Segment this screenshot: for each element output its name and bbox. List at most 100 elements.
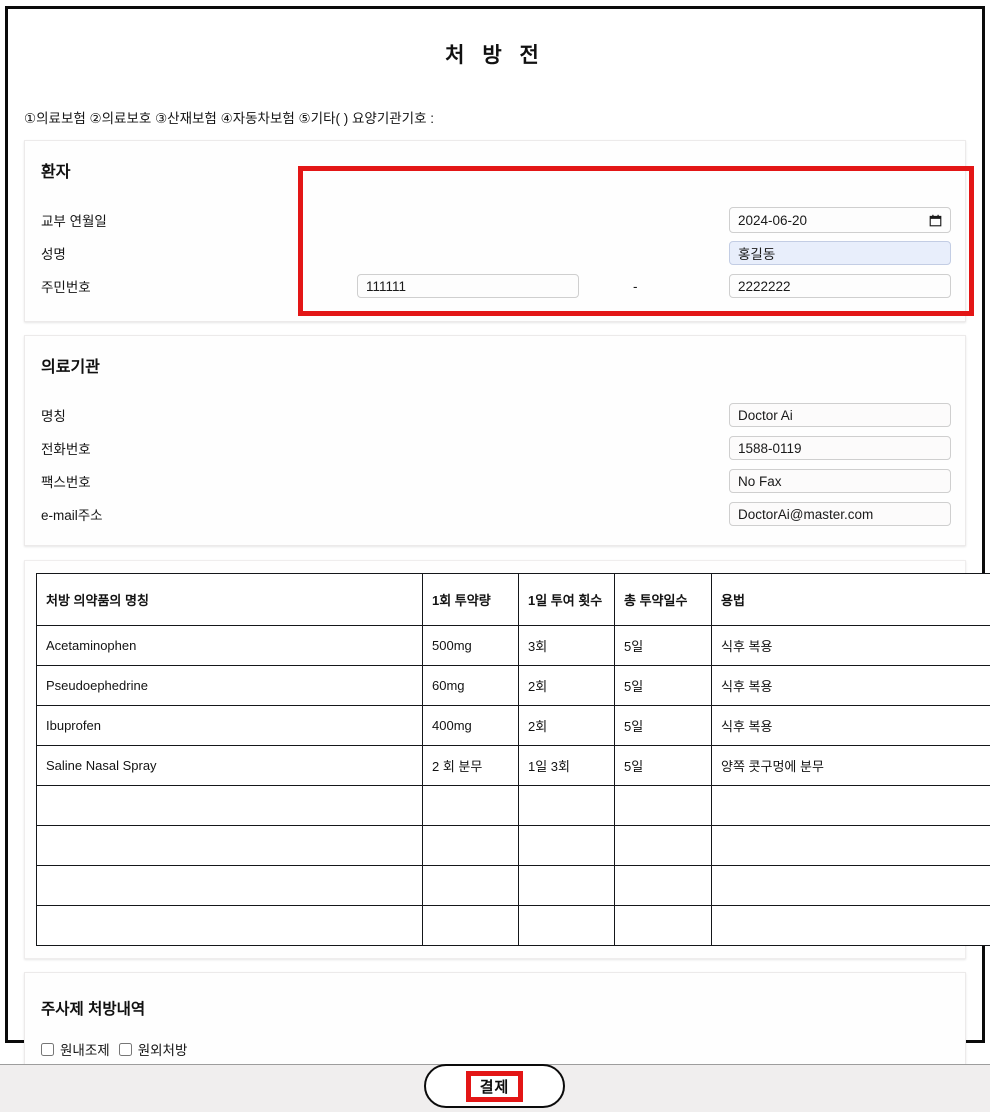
table-header-row: 처방 의약품의 명칭 1회 투약량 1일 투여 횟수 총 투약일수 용법	[36, 573, 990, 626]
injection-section-heading: 주사제 처방내역	[41, 1001, 146, 1018]
issue-date-input[interactable]: 2024-06-20	[729, 207, 951, 233]
cell-usage	[711, 825, 990, 866]
injection-section: 주사제 처방내역 원내조제 원외처방	[24, 972, 966, 1074]
in-house-dispensing-label: 원내조제	[60, 1043, 110, 1058]
cell-drug-name	[36, 785, 423, 826]
column-header-frequency: 1일 투여 횟수	[518, 573, 615, 626]
cell-total-days: 5일	[614, 745, 712, 786]
prescription-form-frame: 처 방 전 ①의료보험 ②의료보호 ③산재보험 ④자동차보험 ⑤기타( ) 요양…	[5, 6, 990, 1074]
cell-dose	[422, 905, 519, 946]
patient-name-row: 성명	[39, 237, 951, 269]
rrn-first-slot	[357, 274, 579, 298]
cell-dose: 500mg	[422, 625, 519, 666]
cell-total-days	[614, 825, 712, 866]
cell-frequency: 2회	[518, 665, 615, 706]
injection-option-in-house[interactable]: 원내조제	[41, 1039, 110, 1059]
institution-fax-row: 팩스번호	[39, 465, 951, 497]
insurance-type-line: ①의료보험 ②의료보호 ③산재보험 ④자동차보험 ⑤기타( ) 요양기관기호 :	[24, 111, 435, 126]
outside-prescription-checkbox[interactable]	[118, 1042, 132, 1056]
pay-button-label: 결제	[479, 1078, 510, 1096]
cell-drug-name: Ibuprofen	[36, 705, 423, 746]
patient-name-input[interactable]	[729, 241, 951, 265]
table-row	[36, 785, 990, 826]
cell-usage	[711, 865, 990, 906]
prescription-page: 처 방 전 ①의료보험 ②의료보호 ③산재보험 ④자동차보험 ⑤기타( ) 요양…	[0, 0, 990, 1112]
cell-dose: 2 회 분무	[422, 745, 519, 786]
institution-phone-input[interactable]	[729, 436, 951, 460]
cell-total-days: 5일	[614, 625, 712, 666]
cell-dose	[422, 865, 519, 906]
institution-section-heading: 의료기관	[41, 359, 100, 376]
table-row	[36, 905, 990, 946]
patient-name-controls	[329, 241, 951, 265]
cell-drug-name	[36, 865, 423, 906]
cell-frequency	[518, 905, 615, 946]
page-title: 처 방 전	[445, 44, 545, 67]
patient-rrn-controls: -	[329, 274, 951, 298]
prescription-table-section: 처방 의약품의 명칭 1회 투약량 1일 투여 횟수 총 투약일수 용법 Ace…	[24, 560, 990, 959]
patient-name-label: 성명	[41, 247, 66, 262]
table-row: Acetaminophen 500mg 3회 5일 식후 복용	[36, 625, 990, 666]
cell-usage	[711, 905, 990, 946]
column-header-usage: 용법	[711, 573, 990, 626]
prescription-form-body: 처 방 전 ①의료보험 ②의료보호 ③산재보험 ④자동차보험 ⑤기타( ) 요양…	[8, 9, 990, 1074]
institution-name-input[interactable]	[729, 403, 951, 427]
table-row: Ibuprofen 400mg 2회 5일 식후 복용	[36, 705, 990, 746]
cell-frequency: 1일 3회	[518, 745, 615, 786]
cell-frequency	[518, 865, 615, 906]
cell-drug-name: Acetaminophen	[36, 625, 423, 666]
cell-frequency: 2회	[518, 705, 615, 746]
patient-rrn-second-input[interactable]	[729, 274, 951, 298]
cell-dose	[422, 825, 519, 866]
cell-usage	[711, 785, 990, 826]
institution-email-controls	[329, 502, 951, 526]
patient-rrn-label: 주민번호	[41, 280, 91, 295]
cell-total-days	[614, 905, 712, 946]
institution-phone-row: 전화번호	[39, 432, 951, 464]
institution-section: 의료기관 명칭 전화번호 팩스번호	[24, 335, 966, 546]
rrn-separator: -	[633, 278, 638, 294]
table-row	[36, 825, 990, 866]
institution-phone-label: 전화번호	[41, 442, 91, 457]
issue-date-label: 교부 연월일	[41, 214, 107, 229]
cell-drug-name: Pseudoephedrine	[36, 665, 423, 706]
cell-frequency: 3회	[518, 625, 615, 666]
cell-usage: 식후 복용	[711, 705, 990, 746]
patient-rrn-row: 주민번호 -	[39, 270, 951, 302]
in-house-dispensing-checkbox[interactable]	[41, 1042, 54, 1056]
column-header-total-days: 총 투약일수	[614, 573, 712, 626]
cell-dose: 60mg	[422, 665, 519, 706]
injection-options: 원내조제 원외처방	[39, 1039, 951, 1059]
institution-fax-controls	[329, 469, 951, 493]
pay-button[interactable]: 결제	[424, 1064, 565, 1108]
cell-usage: 식후 복용	[711, 625, 990, 666]
table-row: Saline Nasal Spray 2 회 분무 1일 3회 5일 양쪽 콧구…	[36, 745, 990, 786]
patient-section: 환자 교부 연월일 2024-06-20 성명 홍길동 주민번호 111111 …	[24, 140, 966, 322]
cell-drug-name: Saline Nasal Spray	[36, 745, 423, 786]
calendar-icon[interactable]	[929, 214, 942, 227]
issue-date-controls: 2024-06-20	[329, 207, 951, 233]
institution-fax-label: 팩스번호	[41, 475, 91, 490]
cell-frequency	[518, 785, 615, 826]
column-header-dose: 1회 투약량	[422, 573, 519, 626]
injection-option-outside[interactable]: 원외처방	[118, 1039, 188, 1059]
patient-section-heading: 환자	[41, 164, 71, 181]
patient-rrn-first-input[interactable]	[357, 274, 579, 298]
table-row	[36, 865, 990, 906]
institution-phone-controls	[329, 436, 951, 460]
table-row: Pseudoephedrine 60mg 2회 5일 식후 복용	[36, 665, 990, 706]
cell-usage: 양쪽 콧구멍에 분무	[711, 745, 990, 786]
cell-dose	[422, 785, 519, 826]
institution-name-controls	[329, 403, 951, 427]
issue-date-value: 2024-06-20	[738, 212, 808, 228]
cell-drug-name	[36, 825, 423, 866]
cell-usage: 식후 복용	[711, 665, 990, 706]
outside-prescription-label: 원외처방	[137, 1043, 188, 1058]
cell-total-days	[614, 865, 712, 906]
institution-fax-input[interactable]	[729, 469, 951, 493]
institution-name-row: 명칭	[39, 399, 951, 431]
cell-total-days: 5일	[614, 665, 712, 706]
institution-email-input[interactable]	[729, 502, 951, 526]
cell-total-days	[614, 785, 712, 826]
cell-total-days: 5일	[614, 705, 712, 746]
